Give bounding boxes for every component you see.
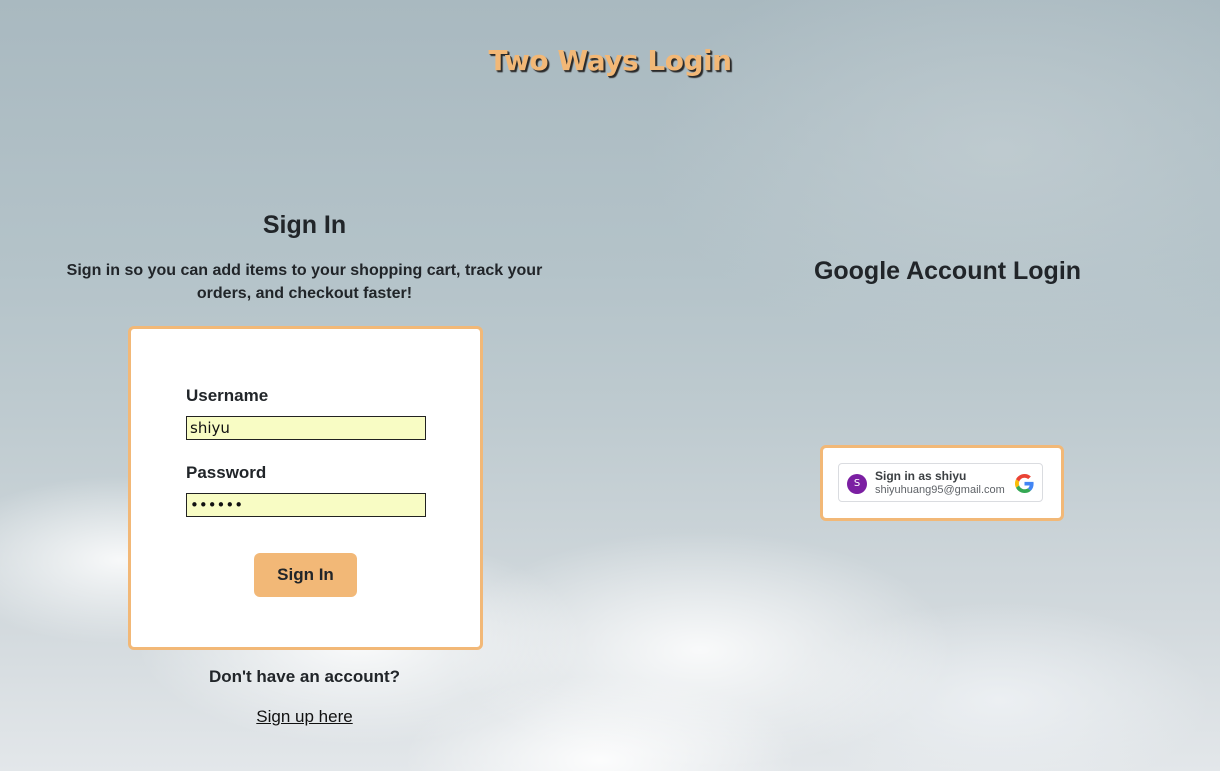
google-heading: Google Account Login xyxy=(813,257,1082,285)
signin-section: Sign In Sign in so you can add items to … xyxy=(40,205,569,305)
username-label: Username xyxy=(186,386,269,405)
username-input[interactable] xyxy=(186,416,426,440)
signin-subtitle: Sign in so you can add items to your sho… xyxy=(66,262,543,302)
password-label: Password xyxy=(186,463,267,482)
avatar: S xyxy=(847,474,867,494)
page-title: Two Ways Login xyxy=(488,44,732,77)
google-email-label: shiyuhuang95@gmail.com xyxy=(875,484,1005,496)
google-logo-icon xyxy=(1015,474,1034,493)
google-signin-card: S Sign in as shiyu shiyuhuang95@gmail.co… xyxy=(820,445,1064,521)
login-form-card: Username Password Sign In xyxy=(128,326,483,650)
password-input[interactable] xyxy=(186,493,426,517)
no-account-text: Don't have an account? xyxy=(208,667,401,686)
signup-link[interactable]: Sign up here xyxy=(256,707,352,726)
signup-link-wrapper: Sign up here xyxy=(40,707,569,727)
google-signin-as-label: Sign in as shiyu xyxy=(875,469,967,483)
signin-button[interactable]: Sign In xyxy=(254,553,357,597)
google-signin-button[interactable]: S Sign in as shiyu shiyuhuang95@gmail.co… xyxy=(838,463,1043,502)
signin-heading: Sign In xyxy=(262,211,347,239)
